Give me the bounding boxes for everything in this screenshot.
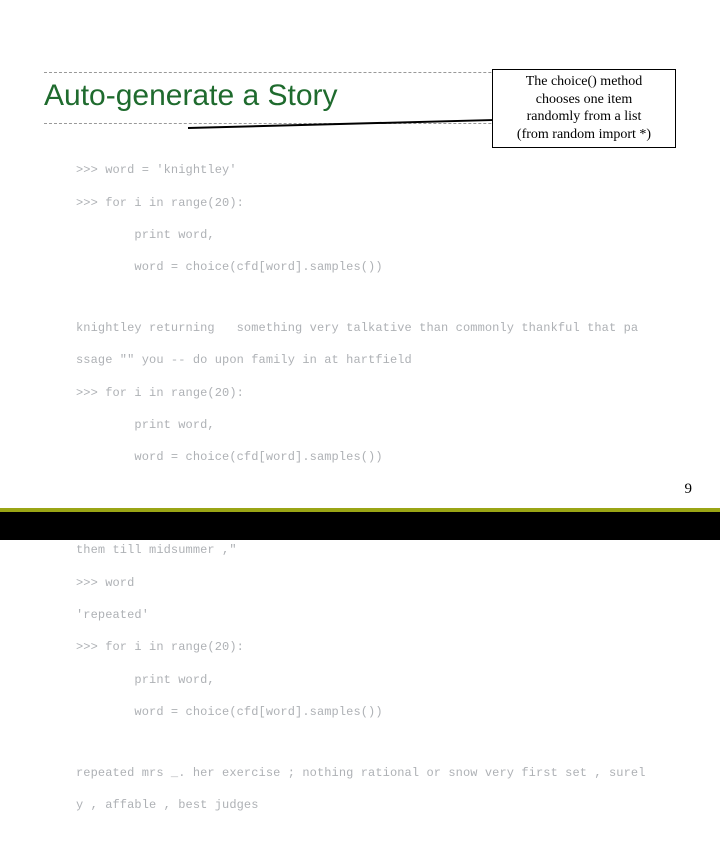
callout-text-line: The choice() method (497, 73, 671, 91)
code-line: >>> word = 'knightley' (76, 162, 668, 178)
code-line: print word, (76, 417, 668, 433)
callout-text-line: randomly from a list (497, 108, 671, 126)
code-line: y , affable , best judges (76, 797, 668, 813)
code-line: >>> for i in range(20): (76, 195, 668, 211)
code-line: >>> for i in range(20): (76, 385, 668, 401)
code-line: print word, (76, 672, 668, 688)
code-line: word = choice(cfd[word].samples()) (76, 259, 668, 275)
code-line: >>> word (76, 575, 668, 591)
callout-text-line: chooses one item (497, 91, 671, 109)
callout-box: The choice() method chooses one item ran… (492, 69, 676, 148)
code-block: >>> word = 'knightley' >>> for i in rang… (76, 146, 668, 846)
page-number: 9 (685, 481, 693, 498)
code-line: ssage "" you -- do upon family in at har… (76, 352, 668, 368)
code-line: word = choice(cfd[word].samples()) (76, 449, 668, 465)
code-line: knightley returning something very talka… (76, 320, 668, 336)
slide: Auto-generate a Story The choice() metho… (0, 0, 720, 540)
footer-bar (0, 508, 720, 540)
code-line: repeated mrs _. her exercise ; nothing r… (76, 765, 668, 781)
code-line: 'repeated' (76, 607, 668, 623)
code-line: print word, (76, 227, 668, 243)
code-line: >>> for i in range(20): (76, 639, 668, 655)
callout-text-line: (from random import *) (497, 126, 671, 144)
code-line: them till midsummer ," (76, 542, 668, 558)
code-line: word = choice(cfd[word].samples()) (76, 704, 668, 720)
